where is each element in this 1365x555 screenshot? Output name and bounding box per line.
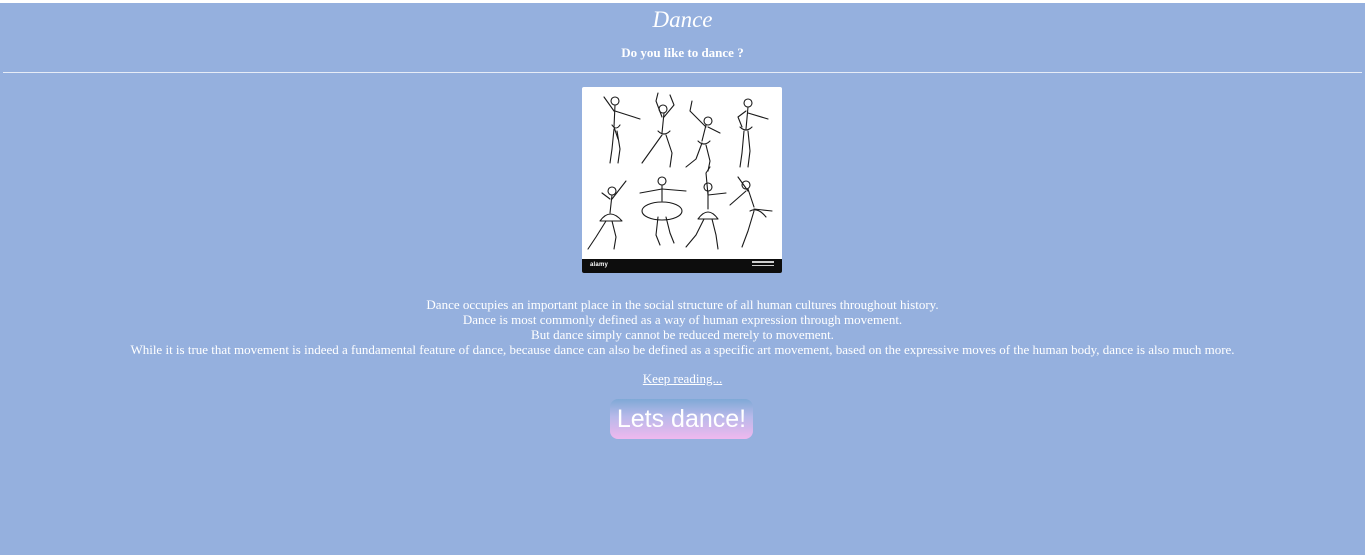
intro-paragraph: Dance occupies an important place in the…	[0, 297, 1365, 357]
image-watermark-bar: alamy	[582, 259, 782, 273]
watermark-logo: alamy	[590, 262, 609, 268]
paragraph-line: Dance is most commonly defined as a way …	[462, 312, 903, 327]
paragraph-line: But dance simply cannot be reduced merel…	[531, 327, 834, 342]
lets-dance-button[interactable]: Lets dance!	[610, 399, 753, 439]
ballerina-drawings	[587, 92, 773, 250]
paragraph-line: While it is true that movement is indeed…	[130, 342, 1235, 357]
dance-image: alamy	[582, 87, 782, 273]
watermark-meta	[752, 261, 774, 270]
page-title: Dance	[652, 7, 713, 32]
keep-reading-container: Keep reading...	[0, 371, 1365, 386]
paragraph-line: Dance occupies an important place in the…	[426, 297, 939, 312]
page-background: Dance Do you like to dance ? alamy Dance…	[0, 3, 1365, 555]
header-divider	[3, 72, 1362, 73]
page-subtitle: Do you like to dance ?	[621, 45, 744, 60]
keep-reading-link[interactable]: Keep reading...	[643, 371, 722, 386]
